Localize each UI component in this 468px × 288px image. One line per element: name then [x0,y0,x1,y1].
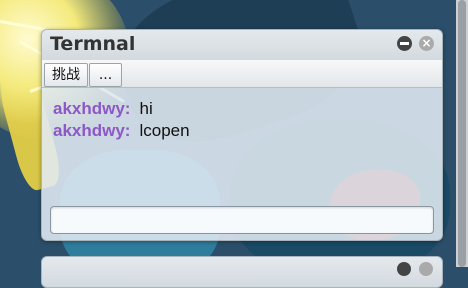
message-row: akxhdwy: hi [42,98,442,120]
minus-circle-icon[interactable] [397,262,411,276]
chat-input[interactable] [50,206,434,234]
close-glyph: × [421,36,432,50]
close-circle-icon[interactable] [419,262,433,276]
scrollbar-thumb[interactable] [458,0,466,267]
message-username[interactable]: akxhdwy: [53,99,130,118]
second-window-titlebar[interactable] [41,256,443,288]
message-username[interactable]: akxhdwy: [53,121,130,140]
message-log: akxhdwy: hi akxhdwy: lcopen [42,98,442,142]
message-text: hi [139,99,153,118]
tab-bar: 挑战 ... [42,60,442,88]
window-titlebar[interactable]: Termnal × [42,30,442,60]
message-text: lcopen [139,121,190,140]
message-row: akxhdwy: lcopen [42,120,442,142]
close-circle-icon[interactable]: × [419,36,434,51]
tab-more[interactable]: ... [89,63,122,87]
minus-circle-icon[interactable] [397,36,412,51]
window-title: Termnal [50,33,136,55]
input-row [42,202,442,240]
page-scrollbar[interactable] [456,0,468,267]
terminal-window: Termnal × 挑战 ... akxhdwy: hi akxhdwy: lcop… [41,29,443,241]
tab-challenge[interactable]: 挑战 [44,63,88,87]
